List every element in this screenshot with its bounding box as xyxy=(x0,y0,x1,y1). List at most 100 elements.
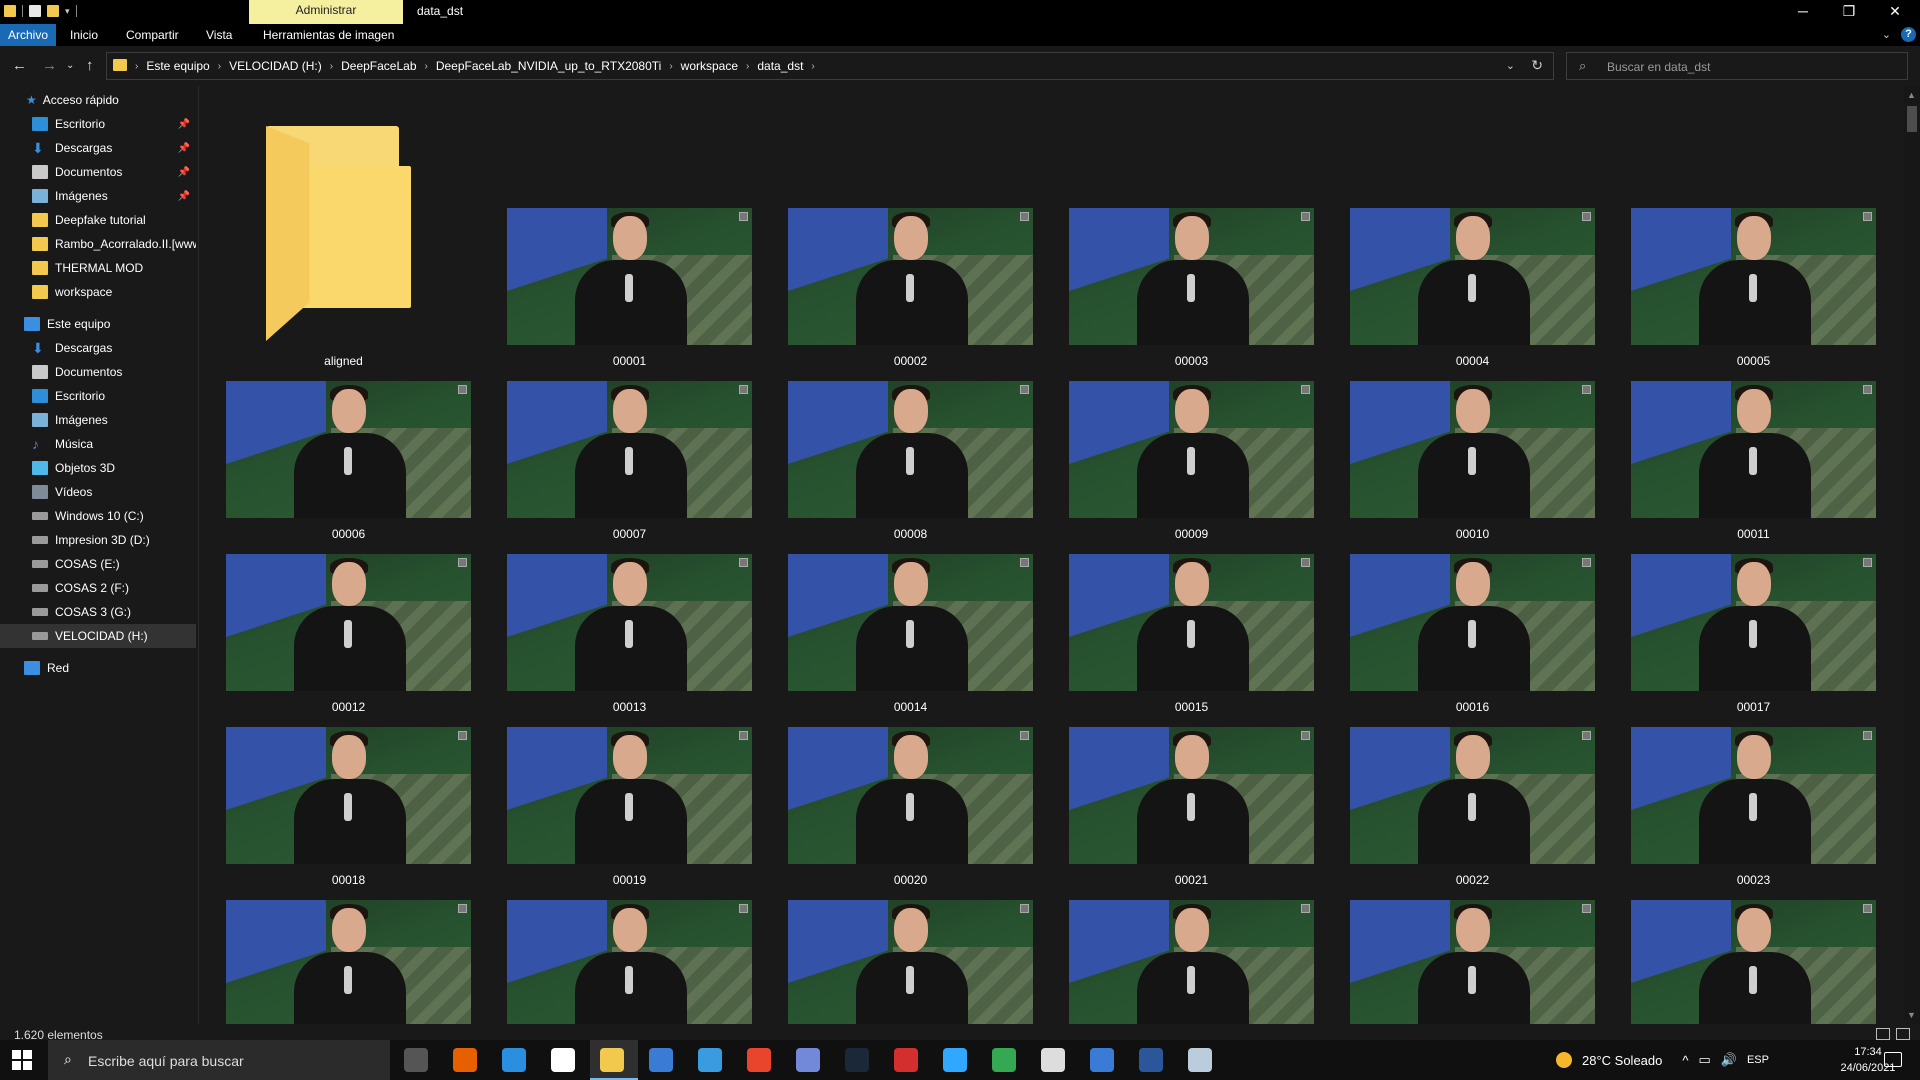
language-indicator[interactable]: ESP xyxy=(1747,1054,1769,1066)
file-item[interactable]: 00003 xyxy=(1069,208,1314,368)
sidebar-item-pc-downloads[interactable]: ⬇ Descargas xyxy=(0,336,196,360)
file-item[interactable]: 00023 xyxy=(1631,727,1876,887)
sidebar-item-drive-g[interactable]: COSAS 3 (G:) xyxy=(0,600,196,624)
file-item[interactable] xyxy=(1631,900,1876,1024)
folder-icon[interactable] xyxy=(4,5,16,17)
sidebar-item-drive-d[interactable]: Impresion 3D (D:) xyxy=(0,528,196,552)
select-checkbox-icon[interactable] xyxy=(1020,385,1029,394)
calculator-icon[interactable] xyxy=(1090,1048,1114,1072)
file-item[interactable]: 00009 xyxy=(1069,381,1314,541)
steam-icon[interactable] xyxy=(845,1048,869,1072)
large-icons-view-icon[interactable] xyxy=(1896,1028,1910,1040)
word-icon[interactable] xyxy=(1139,1048,1163,1072)
select-checkbox-icon[interactable] xyxy=(1582,212,1591,221)
address-history-icon[interactable]: ⌄ xyxy=(1506,59,1515,72)
file-item[interactable]: 00021 xyxy=(1069,727,1314,887)
brave-icon[interactable] xyxy=(747,1048,771,1072)
select-checkbox-icon[interactable] xyxy=(1863,558,1872,567)
select-checkbox-icon[interactable] xyxy=(1582,385,1591,394)
file-item[interactable]: 00002 xyxy=(788,208,1033,368)
scrollbar-thumb[interactable] xyxy=(1907,106,1917,132)
up-button[interactable]: ↑ xyxy=(86,57,94,74)
file-item[interactable] xyxy=(226,900,471,1024)
sidebar-network[interactable]: Red xyxy=(0,656,196,680)
select-checkbox-icon[interactable] xyxy=(1863,385,1872,394)
sidebar-item-documents[interactable]: Documentos 📌 xyxy=(0,160,196,184)
file-item[interactable]: 00019 xyxy=(507,727,752,887)
file-item[interactable]: 00008 xyxy=(788,381,1033,541)
file-item[interactable]: 00001 xyxy=(507,208,752,368)
file-item[interactable] xyxy=(788,900,1033,1024)
file-item[interactable]: 00018 xyxy=(226,727,471,887)
discord-icon[interactable] xyxy=(796,1048,820,1072)
sidebar-item-drive-c[interactable]: Windows 10 (C:) xyxy=(0,504,196,528)
weather-text[interactable]: 28°C Soleado xyxy=(1582,1053,1662,1068)
file-item[interactable]: 00014 xyxy=(788,554,1033,714)
select-checkbox-icon[interactable] xyxy=(458,385,467,394)
select-checkbox-icon[interactable] xyxy=(1020,212,1029,221)
chevron-up-icon[interactable]: ^ xyxy=(1682,1053,1688,1068)
chevron-right-icon[interactable]: › xyxy=(425,61,428,72)
sidebar-item-workspace[interactable]: workspace xyxy=(0,280,196,304)
tab-picture-tools[interactable]: Herramientas de imagen xyxy=(255,24,402,46)
notifications-icon[interactable] xyxy=(1884,1052,1902,1067)
sidebar-item-drive-f[interactable]: COSAS 2 (F:) xyxy=(0,576,196,600)
sidebar-item-3d-objects[interactable]: Objetos 3D xyxy=(0,456,196,480)
breadcrumb-item[interactable]: Este equipo xyxy=(146,59,209,73)
details-view-icon[interactable] xyxy=(1876,1028,1890,1040)
vertical-scrollbar[interactable]: ▲ ▼ xyxy=(1904,86,1920,1024)
chevron-right-icon[interactable]: › xyxy=(746,61,749,72)
recent-locations-icon[interactable]: ⌄ xyxy=(66,60,74,71)
select-checkbox-icon[interactable] xyxy=(1863,731,1872,740)
scroll-up-icon[interactable]: ▲ xyxy=(1907,90,1916,100)
tab-home[interactable]: Inicio xyxy=(62,24,106,46)
scroll-down-icon[interactable]: ▼ xyxy=(1907,1010,1916,1020)
weather-icon[interactable] xyxy=(1556,1052,1572,1068)
breadcrumb-item[interactable]: data_dst xyxy=(757,59,803,73)
taskbar-search[interactable]: ⌕ Escribe aquí para buscar xyxy=(48,1040,390,1080)
select-checkbox-icon[interactable] xyxy=(1863,212,1872,221)
select-checkbox-icon[interactable] xyxy=(1020,558,1029,567)
context-tab-manage[interactable]: Administrar xyxy=(249,0,403,24)
file-item[interactable]: 00022 xyxy=(1350,727,1595,887)
media-icon[interactable] xyxy=(551,1048,575,1072)
sidebar-item-pictures[interactable]: Imágenes 📌 xyxy=(0,184,196,208)
chrome-icon[interactable] xyxy=(992,1048,1016,1072)
select-checkbox-icon[interactable] xyxy=(458,558,467,567)
sidebar-item-music[interactable]: ♪ Música xyxy=(0,432,196,456)
restore-button[interactable]: ❐ xyxy=(1826,0,1872,24)
select-checkbox-icon[interactable] xyxy=(1582,558,1591,567)
file-item[interactable]: 00005 xyxy=(1631,208,1876,368)
refresh-icon[interactable]: ↻ xyxy=(1531,57,1543,74)
select-checkbox-icon[interactable] xyxy=(1301,558,1310,567)
chevron-right-icon[interactable]: › xyxy=(811,61,814,72)
chevron-right-icon[interactable]: › xyxy=(218,61,221,72)
chevron-right-icon[interactable]: › xyxy=(669,61,672,72)
file-explorer-icon[interactable] xyxy=(600,1048,624,1072)
breadcrumb-item[interactable]: workspace xyxy=(681,59,738,73)
select-checkbox-icon[interactable] xyxy=(1020,731,1029,740)
file-item[interactable] xyxy=(1069,900,1314,1024)
sidebar-item-videos[interactable]: Vídeos xyxy=(0,480,196,504)
store-icon[interactable] xyxy=(649,1048,673,1072)
tab-share[interactable]: Compartir xyxy=(118,24,187,46)
task-view-icon[interactable] xyxy=(404,1048,428,1072)
close-button[interactable]: ✕ xyxy=(1872,0,1918,24)
tab-view[interactable]: Vista xyxy=(198,24,240,46)
sidebar-item-pc-desktop[interactable]: Escritorio xyxy=(0,384,196,408)
sidebar-item-pc-pictures[interactable]: Imágenes xyxy=(0,408,196,432)
file-item[interactable] xyxy=(1350,900,1595,1024)
address-bar[interactable]: › Este equipo › VELOCIDAD (H:) › DeepFac… xyxy=(106,52,1554,80)
file-item[interactable]: 00006 xyxy=(226,381,471,541)
file-item[interactable]: 00016 xyxy=(1350,554,1595,714)
sidebar-this-pc[interactable]: Este equipo xyxy=(0,312,196,336)
sidebar-item-drive-h[interactable]: VELOCIDAD (H:) xyxy=(0,624,196,648)
network-icon[interactable]: ▭ xyxy=(1698,1052,1710,1068)
sidebar-item-pc-documents[interactable]: Documentos xyxy=(0,360,196,384)
firefox-icon[interactable] xyxy=(453,1048,477,1072)
select-checkbox-icon[interactable] xyxy=(739,212,748,221)
file-item[interactable] xyxy=(507,900,752,1024)
select-checkbox-icon[interactable] xyxy=(1020,904,1029,913)
select-checkbox-icon[interactable] xyxy=(458,731,467,740)
back-button[interactable]: ← xyxy=(12,57,27,74)
